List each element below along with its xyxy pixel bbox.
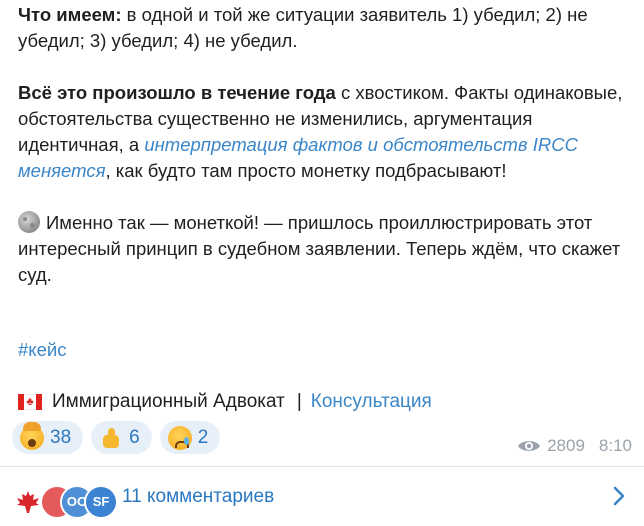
paragraph-3-text: Именно так — монеткой! — пришлось проилл…	[18, 212, 621, 285]
message-meta: 2809 8:10	[517, 436, 632, 456]
crying-face-icon	[167, 425, 192, 450]
moon-coin-icon	[18, 211, 40, 233]
reaction-crying[interactable]: 2	[159, 421, 221, 454]
paragraph-2-bold: Всё это произошло в течение года	[18, 82, 336, 103]
reaction-count: 2	[197, 426, 209, 448]
paragraph-2: Всё это произошло в течение года с хвост…	[18, 80, 638, 184]
view-count: 2809	[547, 436, 585, 455]
canada-flag-icon: ♣	[18, 394, 42, 410]
signature: ♣ Иммиграционный Адвокат | Консультация	[18, 389, 432, 415]
message-time: 8:10	[598, 436, 632, 455]
paragraph-3: Именно так — монеткой! — пришлось проилл…	[18, 210, 638, 288]
maple-leaf-icon	[17, 490, 39, 513]
comments-button[interactable]: OO SF 11 комментариев	[0, 467, 644, 526]
reactions-bar: 38 6 2	[12, 421, 221, 454]
paragraph-1: Что имеем: в одной и той же ситуации зая…	[18, 2, 638, 54]
hashtag-link[interactable]: #кейс	[18, 339, 66, 361]
thumbs-up-icon	[99, 426, 123, 450]
chevron-right-icon	[613, 486, 625, 506]
signature-separator: |	[296, 391, 302, 412]
reaction-count: 6	[129, 426, 140, 448]
eye-icon	[517, 439, 541, 453]
paragraph-1-bold: Что имеем:	[18, 4, 122, 25]
avatar: SF	[84, 484, 118, 519]
paragraph-2-tail: , как будто там просто монетку подбрасыв…	[105, 160, 507, 181]
consultation-link[interactable]: Консультация	[311, 391, 432, 413]
commenter-avatars: OO SF	[12, 477, 122, 519]
reaction-shocked[interactable]: 38	[12, 421, 84, 454]
message-body: Что имеем: в одной и той же ситуации зая…	[18, 0, 638, 288]
reaction-count: 38	[50, 426, 72, 448]
reaction-thumbs-up[interactable]: 6	[91, 421, 152, 454]
comments-label: 11 комментариев	[122, 485, 275, 507]
shocked-face-icon	[20, 421, 44, 450]
signature-name: Иммиграционный Адвокат	[52, 391, 285, 412]
